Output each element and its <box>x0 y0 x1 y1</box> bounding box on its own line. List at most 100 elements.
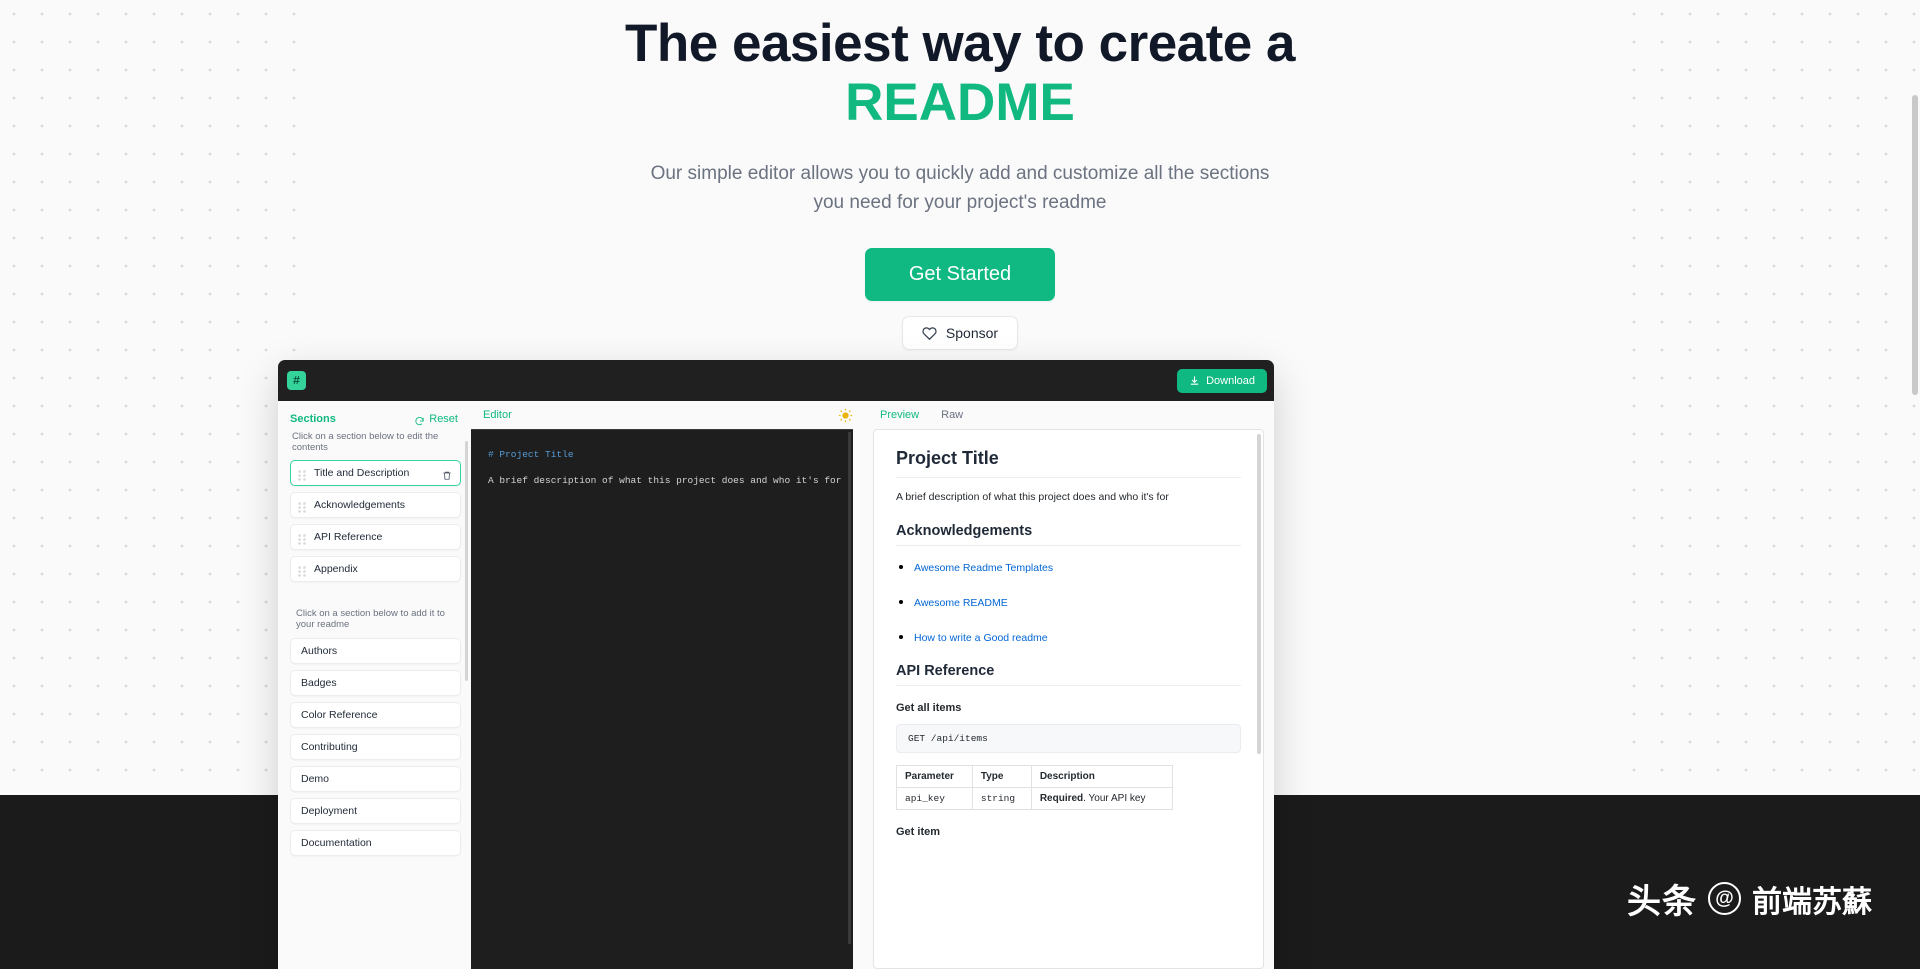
list-item: Awesome Readme Templates <box>914 558 1241 576</box>
drag-handle-icon[interactable] <box>298 500 306 513</box>
watermark-logo: 头条 <box>1627 883 1697 921</box>
tab-raw[interactable]: Raw <box>941 409 963 421</box>
sidebar-scrollbar[interactable] <box>465 441 468 681</box>
download-icon <box>1189 375 1200 386</box>
divider <box>896 684 1241 686</box>
section-label: Contributing <box>301 741 358 753</box>
at-icon: @ <box>1708 882 1741 915</box>
hero-actions: Get Started Sponsor <box>0 248 1920 351</box>
editor-pane: Editor # Project Title A brief descripti… <box>471 401 863 969</box>
hero-title-line1: The easiest way to create a <box>625 14 1295 73</box>
hero-title-brand: README <box>845 73 1075 133</box>
acknowledgement-link[interactable]: How to write a Good readme <box>914 632 1048 644</box>
editor-header: Editor <box>471 401 863 429</box>
section-item-title-and-description[interactable]: Title and Description <box>290 460 461 486</box>
sponsor-button[interactable]: Sponsor <box>901 316 1019 351</box>
available-section-demo[interactable]: Demo <box>290 766 461 792</box>
section-item-acknowledgements[interactable]: Acknowledgements <box>290 492 461 518</box>
watermark-handle: 前端苏蘇 <box>1752 885 1872 919</box>
download-label: Download <box>1206 374 1255 387</box>
editor-code-body: A brief description of what this project… <box>488 475 842 486</box>
divider <box>896 544 1241 546</box>
available-section-documentation[interactable]: Documentation <box>290 830 461 856</box>
preview-scrollbar[interactable] <box>1257 434 1261 754</box>
api-get-all-items-heading: Get all items <box>896 701 962 714</box>
sponsor-label: Sponsor <box>945 325 999 342</box>
reset-button[interactable]: Reset <box>414 413 458 425</box>
section-label: API Reference <box>314 531 383 543</box>
hero-section: The easiest way to create a README Our s… <box>0 0 1920 351</box>
delete-icon[interactable] <box>442 468 452 480</box>
editor-code-heading: # Project Title <box>488 449 574 460</box>
app-body: Sections Reset Click on a section below … <box>278 401 1274 969</box>
table-header-row: Parameter Type Description <box>896 764 1174 788</box>
get-started-button[interactable]: Get Started <box>864 248 1056 302</box>
sidebar-hint-add: Click on a section below to add it to yo… <box>296 608 445 630</box>
markdown-editor[interactable]: # Project Title A brief description of w… <box>471 429 853 969</box>
cell-type: string <box>971 786 1032 810</box>
preview-api-heading: API Reference <box>896 662 995 679</box>
sections-sidebar: Sections Reset Click on a section below … <box>278 401 471 969</box>
reset-icon <box>414 414 425 425</box>
preview-tabs: Preview Raw <box>873 401 1264 429</box>
sidebar-title: Sections <box>290 413 336 425</box>
section-label: Title and Description <box>314 467 410 479</box>
api-get-item-heading: Get item <box>896 825 941 838</box>
preview-content: Project Title A brief description of wha… <box>873 429 1264 969</box>
app-topbar: # Download <box>278 360 1274 401</box>
acknowledgement-link[interactable]: Awesome README <box>914 597 1008 609</box>
cell-description: Required. Your API key <box>1030 786 1174 810</box>
available-section-contributing[interactable]: Contributing <box>290 734 461 760</box>
tab-preview[interactable]: Preview <box>880 409 919 421</box>
page-scrollbar[interactable] <box>1912 95 1918 395</box>
acknowledgement-link-list: Awesome Readme Templates Awesome README … <box>914 558 1241 646</box>
column-header-parameter: Parameter <box>896 764 973 788</box>
available-section-color-reference[interactable]: Color Reference <box>290 702 461 728</box>
drag-handle-icon[interactable] <box>298 532 306 545</box>
description-rest: . Your API key <box>1083 792 1146 804</box>
app-preview-window: # Download Sections Reset Click on a sec… <box>278 360 1274 969</box>
section-label: Appendix <box>314 563 358 575</box>
watermark: 头条 @ 前端苏蘇 <box>1627 874 1872 923</box>
cell-parameter: api_key <box>896 786 973 810</box>
section-item-api-reference[interactable]: API Reference <box>290 524 461 550</box>
preview-description: A brief description of what this project… <box>896 491 1169 503</box>
download-button[interactable]: Download <box>1177 368 1267 393</box>
table-row: api_key string Required. Your API key <box>896 786 1174 810</box>
list-item: Awesome README <box>914 593 1241 611</box>
preview-pane: Preview Raw Project Title A brief descri… <box>863 401 1274 969</box>
acknowledgement-link[interactable]: Awesome Readme Templates <box>914 562 1053 574</box>
section-label: Acknowledgements <box>314 499 406 511</box>
list-item: How to write a Good readme <box>914 628 1241 646</box>
drag-handle-icon[interactable] <box>298 564 306 577</box>
api-code-block: GET /api/items <box>896 723 1241 753</box>
editor-scrollbar[interactable] <box>848 432 851 945</box>
available-section-authors[interactable]: Authors <box>290 638 461 664</box>
drag-handle-icon[interactable] <box>298 468 306 481</box>
page-title: The easiest way to create a README <box>0 14 1920 133</box>
section-label: Documentation <box>301 837 372 849</box>
section-item-appendix[interactable]: Appendix <box>290 556 461 582</box>
available-section-deployment[interactable]: Deployment <box>290 798 461 824</box>
reset-label: Reset <box>429 413 458 425</box>
api-parameter-table: Parameter Type Description api_key strin… <box>896 764 1174 810</box>
sidebar-header: Sections Reset <box>290 413 461 425</box>
divider <box>896 477 1241 478</box>
hero-subtitle: Our simple editor allows you to quickly … <box>650 162 1270 213</box>
required-label: Required <box>1039 792 1084 804</box>
app-logo-icon[interactable]: # <box>287 371 306 390</box>
section-label: Color Reference <box>301 709 378 721</box>
sun-icon[interactable] <box>838 408 853 423</box>
heart-icon <box>922 326 937 341</box>
available-section-badges[interactable]: Badges <box>290 670 461 696</box>
section-label: Badges <box>301 677 337 689</box>
column-header-description: Description <box>1030 764 1174 788</box>
preview-title: Project Title <box>896 448 999 468</box>
section-label: Demo <box>301 773 330 785</box>
section-label: Deployment <box>301 805 358 817</box>
section-label: Authors <box>301 645 338 657</box>
column-header-type: Type <box>971 764 1032 788</box>
preview-acknowledgements-heading: Acknowledgements <box>896 522 1033 539</box>
editor-label: Editor <box>483 409 512 421</box>
sidebar-hint-edit: Click on a section below to edit the con… <box>292 431 439 453</box>
